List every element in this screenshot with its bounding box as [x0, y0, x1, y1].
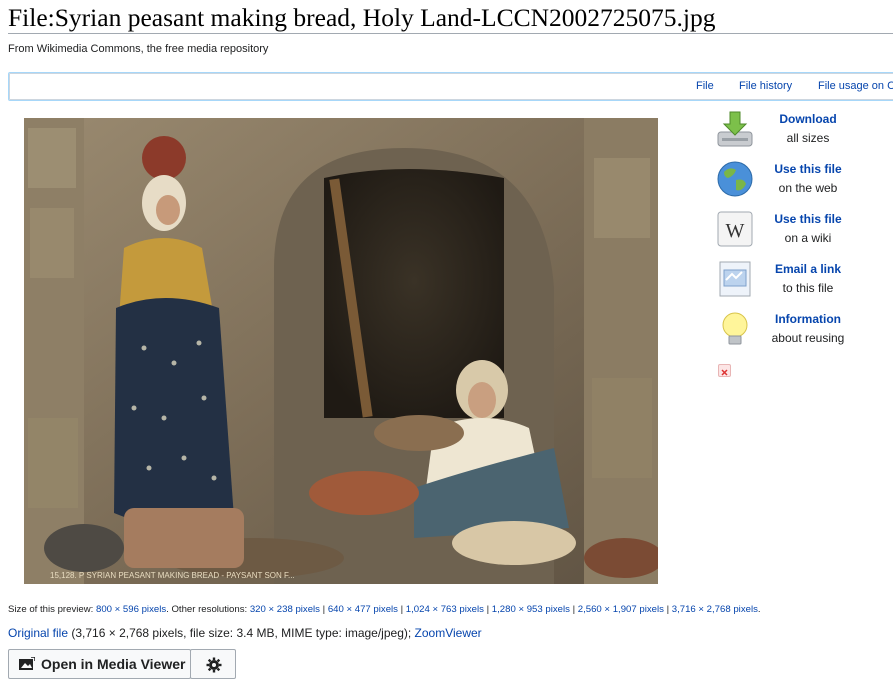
preview-size-link[interactable]: 800 × 596 pixels — [96, 604, 166, 615]
gear-icon — [206, 657, 222, 673]
lightbulb-icon — [722, 312, 748, 345]
image-caption-text: 15,128. P SYRIAN PEASANT MAKING BREAD - … — [50, 571, 295, 580]
zoomviewer-link[interactable]: ZoomViewer — [415, 626, 482, 640]
tab-file-history[interactable]: File history — [739, 80, 792, 92]
reuse-email[interactable]: Email a link to this file — [714, 258, 893, 304]
information-sublabel: about reusing — [771, 331, 845, 345]
original-file-link[interactable]: Original file — [8, 626, 68, 640]
page-title: File:Syrian peasant making bread, Holy L… — [8, 3, 716, 32]
tab-file[interactable]: File — [696, 80, 714, 92]
resolution-link-2560[interactable]: 2,560 × 1,907 pixels — [578, 604, 664, 615]
open-media-viewer-label: Open in Media Viewer — [41, 656, 186, 672]
resolution-line: Size of this preview: 800 × 596 pixels. … — [8, 604, 761, 615]
globe-icon — [717, 161, 753, 197]
file-preview-image[interactable]: 15,128. P SYRIAN PEASANT MAKING BREAD - … — [24, 118, 658, 584]
resolution-link-1280[interactable]: 1,280 × 953 pixels — [492, 604, 570, 615]
preview-size-label: Size of this preview: — [8, 604, 96, 615]
reuse-info[interactable]: Information about reusing — [714, 308, 893, 354]
information-link[interactable]: Information — [760, 310, 856, 329]
reuse-wiki[interactable]: W Use this file on a wiki — [714, 208, 893, 254]
title-divider — [8, 33, 893, 34]
close-icon[interactable] — [718, 364, 731, 377]
svg-text:W: W — [726, 220, 745, 242]
wikipedia-w-icon: W — [717, 211, 753, 247]
resolution-link-3716[interactable]: 3,716 × 2,768 pixels — [672, 604, 758, 615]
use-on-wiki-link[interactable]: Use this file — [760, 210, 856, 229]
download-icon — [717, 111, 753, 147]
use-on-web-sublabel: on the web — [778, 181, 838, 195]
resolution-link-320[interactable]: 320 × 238 pixels — [250, 604, 320, 615]
original-file-line: Original file (3,716 × 2,768 pixels, fil… — [8, 626, 482, 640]
media-viewer-icon — [19, 657, 35, 670]
use-on-web-link[interactable]: Use this file — [760, 160, 856, 179]
use-on-wiki-sublabel: on a wiki — [784, 231, 832, 245]
resolution-link-1024[interactable]: 1,024 × 763 pixels — [406, 604, 484, 615]
tab-file-usage[interactable]: File usage on C — [818, 80, 893, 92]
resolution-link-640[interactable]: 640 × 477 pixels — [328, 604, 398, 615]
reuse-download[interactable]: Download all sizes — [714, 108, 893, 154]
other-resolutions-label: . Other resolutions: — [166, 604, 250, 615]
site-subtitle: From Wikimedia Commons, the free media r… — [8, 43, 269, 55]
download-link[interactable]: Download — [760, 110, 856, 129]
media-viewer-settings-button[interactable] — [190, 649, 236, 679]
email-sublabel: to this file — [782, 281, 834, 295]
email-link[interactable]: Email a link — [760, 260, 856, 279]
email-icon — [719, 261, 751, 297]
file-tabs-bar: File File history File usage on C — [8, 72, 893, 101]
original-file-details: (3,716 × 2,768 pixels, file size: 3.4 MB… — [68, 626, 415, 640]
download-sublabel: all sizes — [786, 131, 830, 145]
reuse-web[interactable]: Use this file on the web — [714, 158, 893, 204]
open-media-viewer-button[interactable]: Open in Media Viewer — [8, 649, 191, 679]
